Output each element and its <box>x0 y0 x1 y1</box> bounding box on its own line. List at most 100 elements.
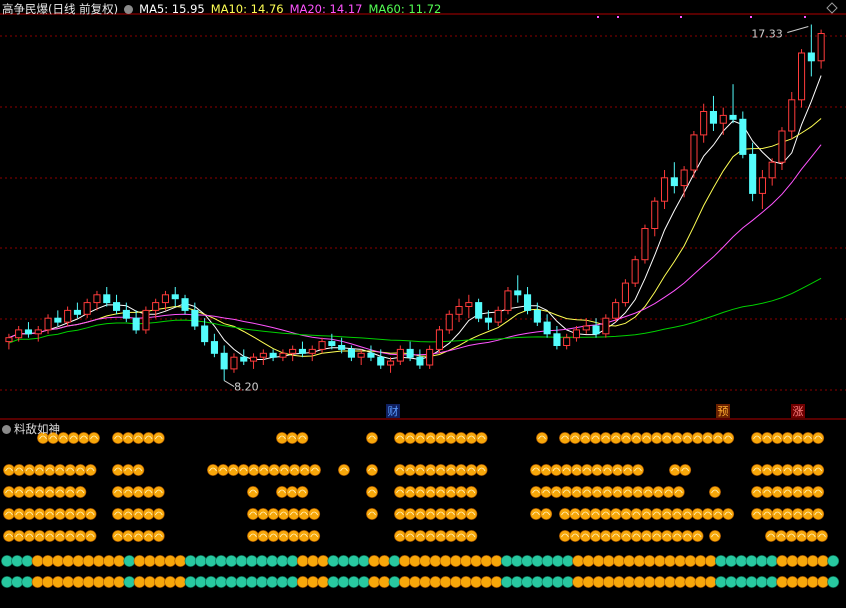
signal-token <box>559 432 571 444</box>
candle <box>54 317 62 323</box>
signal-token <box>33 530 46 542</box>
band-token <box>123 555 136 567</box>
signal-token <box>132 464 145 476</box>
candle <box>504 290 512 311</box>
band-token <box>572 576 585 588</box>
band-token <box>674 555 687 567</box>
candle <box>661 177 669 202</box>
band-token <box>296 555 309 567</box>
signal-token <box>722 508 735 520</box>
candle <box>132 317 140 331</box>
signal-token <box>465 508 478 520</box>
signal-token <box>540 486 553 498</box>
candle <box>416 356 424 366</box>
band-token <box>664 555 676 567</box>
signal-token <box>751 486 763 498</box>
signal-token <box>570 486 583 498</box>
band-token <box>490 555 503 567</box>
band-token <box>480 576 493 588</box>
band-token <box>562 576 574 588</box>
band-token <box>41 576 54 588</box>
band-token <box>276 576 289 588</box>
band-token <box>256 576 268 588</box>
signal-token <box>805 530 818 542</box>
signal-token <box>781 432 794 444</box>
signal-token <box>785 530 798 542</box>
signal-token <box>3 530 15 542</box>
band-token <box>133 576 146 588</box>
signal-token <box>237 464 250 476</box>
band-token <box>684 555 697 567</box>
candle <box>768 161 776 179</box>
subpanel-toggle-icon[interactable] <box>2 425 11 434</box>
signal-token <box>681 530 694 542</box>
band-token <box>347 555 360 567</box>
candle <box>426 348 434 366</box>
band-token <box>409 555 421 567</box>
signal-token <box>54 508 66 520</box>
band-token <box>113 576 126 588</box>
settings-toggle-icon[interactable] <box>124 5 134 14</box>
band-token <box>337 555 350 567</box>
candle <box>338 345 346 350</box>
signal-token <box>599 530 612 542</box>
signal-token <box>691 432 704 444</box>
kline-chart[interactable]: 17.33 8.20 财 预 涨 <box>0 0 846 608</box>
signal-token <box>781 486 794 498</box>
min-pointer <box>223 380 235 388</box>
band-token <box>776 576 789 588</box>
signal-token <box>599 508 612 520</box>
signal-token <box>751 508 763 520</box>
band-token <box>327 555 340 567</box>
signal-token <box>268 464 281 476</box>
signal-token <box>64 464 77 476</box>
signal-token <box>404 530 417 542</box>
signal-token <box>570 464 583 476</box>
band-token <box>184 576 197 588</box>
signal-token <box>132 530 145 542</box>
signal-token <box>424 432 437 444</box>
signal-token <box>286 432 299 444</box>
band-token <box>52 576 64 588</box>
band-token <box>378 576 391 588</box>
band-token <box>511 576 523 588</box>
signal-token <box>132 508 145 520</box>
candle <box>602 317 610 335</box>
signal-token <box>84 464 97 476</box>
signal-token <box>771 486 784 498</box>
band-token <box>388 555 401 567</box>
candle <box>524 294 532 311</box>
signal-token <box>812 486 825 498</box>
signal-token <box>247 464 260 476</box>
candle <box>357 352 365 358</box>
band-token <box>653 555 666 567</box>
band-token <box>602 576 615 588</box>
signal-token <box>671 432 684 444</box>
signal-token <box>681 508 694 520</box>
candle <box>34 329 42 335</box>
band-token <box>725 576 738 588</box>
signal-token <box>13 508 26 520</box>
signal-token <box>142 530 155 542</box>
band-token <box>674 576 687 588</box>
ma20-label: MA20: 14.17 <box>289 2 363 16</box>
signal-token <box>812 464 825 476</box>
signal-token <box>671 508 684 520</box>
band-token <box>184 555 197 567</box>
band-token <box>205 555 217 567</box>
signal-token <box>455 508 468 520</box>
band-token <box>113 555 126 567</box>
signal-token <box>33 508 46 520</box>
signal-token <box>445 432 457 444</box>
signal-token <box>152 530 165 542</box>
signal-token <box>424 530 437 542</box>
band-token <box>92 555 105 567</box>
candle <box>191 309 199 327</box>
candle <box>641 228 649 261</box>
signal-token <box>802 508 814 520</box>
band-token <box>582 555 595 567</box>
signal-token <box>611 464 624 476</box>
candle <box>788 99 796 132</box>
signal-token <box>43 486 56 498</box>
candle <box>230 356 238 370</box>
